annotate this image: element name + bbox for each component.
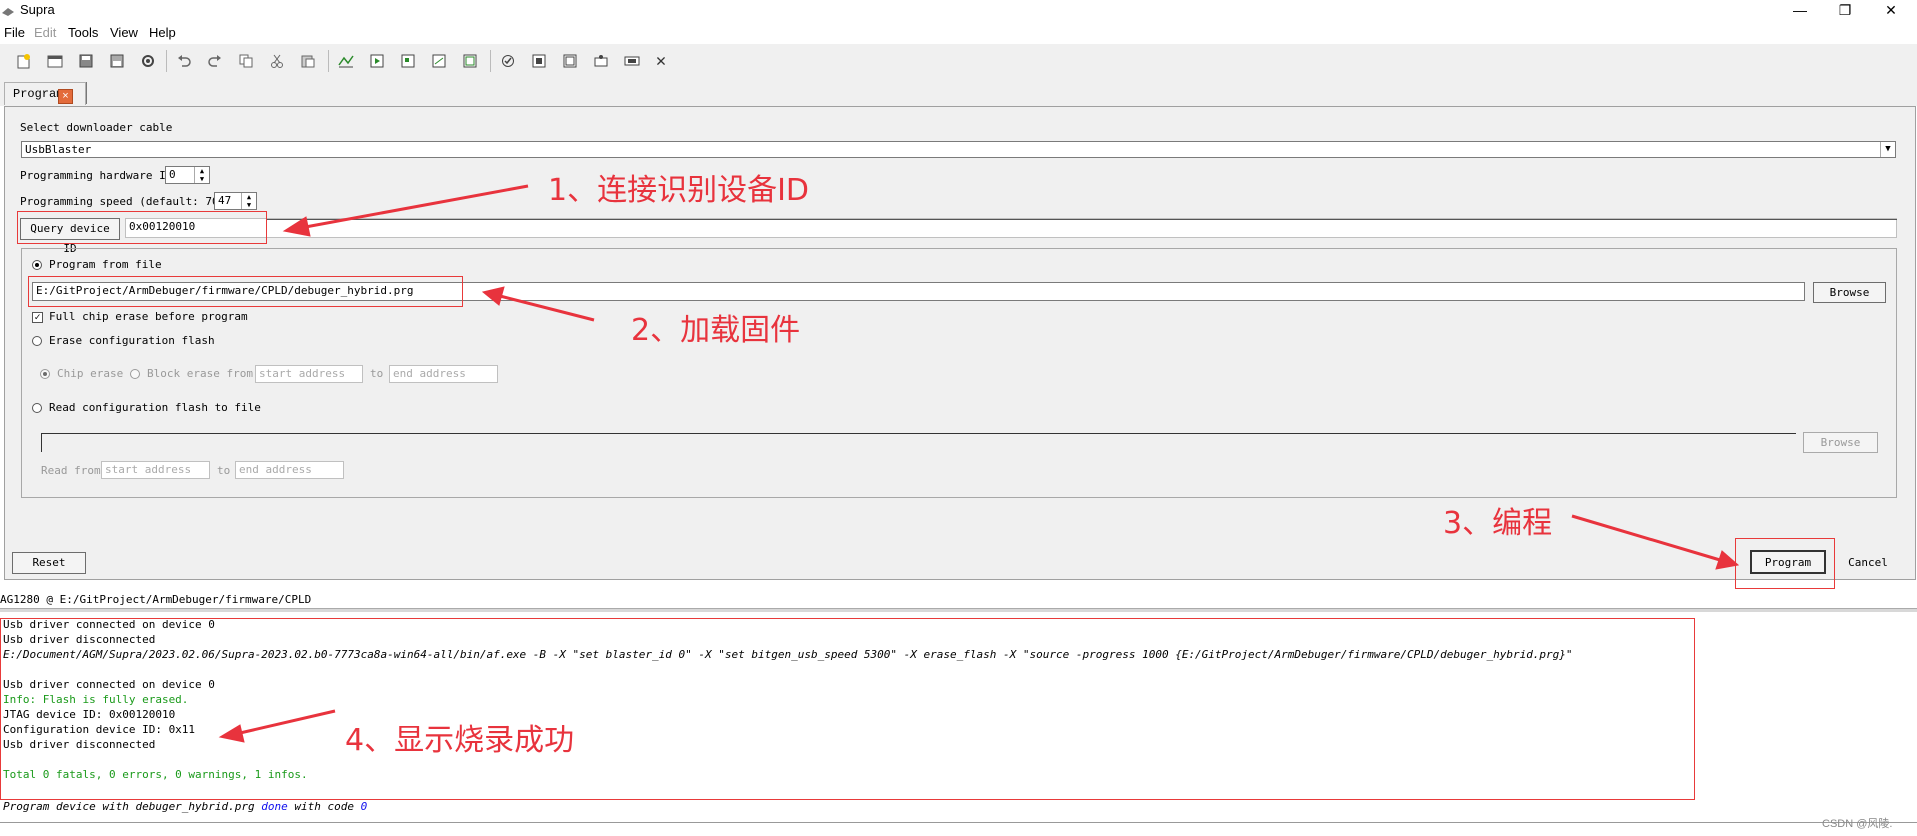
arrow-step-4 xyxy=(239,709,336,735)
watermark: CSDN @风陵. xyxy=(1822,818,1893,830)
arrow-head-3 xyxy=(1715,550,1740,570)
arrow-step-2 xyxy=(499,294,595,322)
arrow-head-2 xyxy=(481,286,505,306)
arrow-step-1 xyxy=(299,184,529,230)
arrow-head-4 xyxy=(218,724,245,743)
arrow-step-3 xyxy=(1571,514,1721,562)
arrow-head-1 xyxy=(282,216,311,237)
annotation-arrows xyxy=(218,184,1740,743)
